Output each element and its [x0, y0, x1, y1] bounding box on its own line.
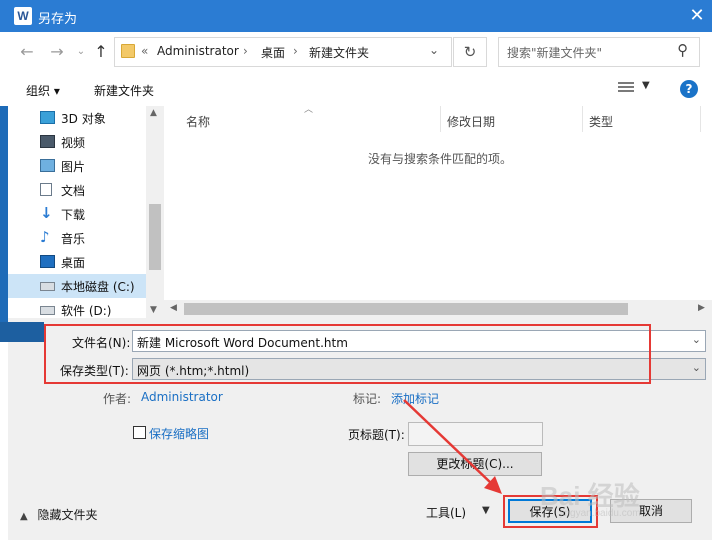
search-box[interactable]: 搜索"新建文件夹" ⚲: [498, 37, 700, 67]
view-dropdown-icon[interactable]: ▼: [642, 80, 650, 91]
column-divider[interactable]: [700, 106, 701, 132]
sidebar-item-label: 软件 (D:): [61, 304, 112, 318]
filetype-dropdown-icon[interactable]: ⌄: [692, 361, 701, 374]
sidebar-item-label: 文档: [61, 184, 86, 198]
drive-icon: [40, 282, 55, 291]
navigation-scroll-thumb[interactable]: [149, 204, 161, 270]
column-divider[interactable]: [440, 106, 441, 132]
view-options-icon[interactable]: [618, 82, 634, 94]
music-icon: ♪: [40, 228, 50, 246]
sidebar-item-label: 桌面: [61, 256, 86, 270]
sidebar-item-label: 音乐: [61, 232, 86, 246]
hide-folders-label: 隐藏文件夹: [37, 508, 98, 522]
sidebar-item-documents[interactable]: 文档: [8, 178, 146, 202]
scroll-left-icon[interactable]: ◀: [170, 303, 177, 313]
recent-locations-icon[interactable]: ⌄: [70, 42, 92, 62]
3d-objects-icon: [40, 111, 55, 124]
chevron-up-icon: ▲: [20, 511, 28, 522]
scroll-right-icon[interactable]: ▶: [698, 303, 705, 313]
author-label: 作者:: [103, 392, 132, 406]
baidu-watermark-url: jingyan.baidu.com: [560, 508, 641, 519]
search-icon: ⚲: [677, 41, 688, 59]
column-name[interactable]: 名称: [186, 113, 210, 130]
author-link[interactable]: Administrator: [141, 390, 223, 404]
back-arrow-icon[interactable]: ←: [16, 42, 38, 62]
sidebar-item-pictures[interactable]: 图片: [8, 154, 146, 178]
sort-indicator-icon: ︿: [304, 105, 314, 115]
breadcrumb-separator-icon[interactable]: ›: [243, 44, 248, 58]
annotation-highlight-box: [44, 324, 651, 384]
tags-label: 标记:: [353, 392, 382, 406]
background-window-edge: [0, 106, 8, 342]
forward-arrow-icon[interactable]: →: [46, 42, 68, 62]
page-title-label: 页标题(T):: [348, 428, 405, 442]
drive-icon: [40, 306, 55, 315]
documents-icon: [40, 183, 52, 196]
scroll-down-icon[interactable]: ▼: [150, 305, 157, 315]
scroll-up-icon[interactable]: ▲: [150, 108, 157, 118]
sidebar-item-music[interactable]: ♪ 音乐: [8, 226, 146, 250]
sidebar-item-label: 3D 对象: [61, 112, 106, 126]
folder-icon: [121, 44, 135, 58]
help-icon[interactable]: ?: [680, 80, 698, 98]
search-placeholder: 搜索"新建文件夹": [507, 46, 603, 60]
tools-dropdown-icon[interactable]: ▼: [482, 505, 490, 516]
video-icon: [40, 135, 55, 148]
sidebar-item-local-disk-c[interactable]: 本地磁盘 (C:): [8, 274, 146, 298]
sidebar-item-label: 本地磁盘 (C:): [61, 280, 135, 294]
sidebar-item-label: 图片: [61, 160, 86, 174]
close-icon[interactable]: ✕: [684, 3, 710, 29]
sidebar-item-software-d[interactable]: 软件 (D:): [8, 298, 146, 318]
breadcrumb-new-folder[interactable]: 新建文件夹: [309, 44, 369, 61]
organize-button[interactable]: 组织 ▾: [26, 82, 60, 99]
window-title: 另存为: [38, 12, 78, 27]
column-header-row: [164, 106, 712, 134]
tools-button[interactable]: 工具(L): [426, 504, 466, 521]
word-app-icon: W: [14, 7, 32, 25]
sidebar-item-downloads[interactable]: ↓ 下载: [8, 202, 146, 226]
new-folder-button[interactable]: 新建文件夹: [94, 82, 154, 99]
column-type[interactable]: 类型: [589, 113, 613, 130]
desktop-icon: [40, 255, 55, 268]
refresh-icon[interactable]: ↻: [453, 37, 487, 67]
sidebar-item-desktop[interactable]: 桌面: [8, 250, 146, 274]
pictures-icon: [40, 159, 55, 172]
overflow-chevron-icon[interactable]: «: [141, 44, 148, 58]
sidebar-item-label: 视频: [61, 136, 86, 150]
background-window-edge: [0, 322, 44, 342]
page-title-field: [408, 422, 543, 446]
sidebar-item-label: 下载: [61, 208, 86, 222]
filename-dropdown-icon[interactable]: ⌄: [692, 333, 701, 346]
hide-folders-toggle[interactable]: ▲ 隐藏文件夹: [20, 506, 98, 523]
save-thumbnail-label[interactable]: 保存缩略图: [149, 425, 209, 442]
navigation-pane: 3D 对象 视频 图片 文档 ↓ 下载 ♪ 音乐 桌面 本地磁盘 (C:) 软件…: [8, 106, 146, 318]
add-tags-link[interactable]: 添加标记: [391, 390, 439, 407]
title-bar: [0, 0, 712, 32]
breadcrumb-desktop[interactable]: 桌面: [261, 44, 285, 61]
downloads-icon: ↓: [40, 204, 53, 222]
sidebar-item-3d-objects[interactable]: 3D 对象: [8, 106, 146, 130]
empty-folder-message: 没有与搜索条件匹配的项。: [368, 152, 513, 166]
breadcrumb-administrator[interactable]: Administrator: [157, 44, 239, 58]
sidebar-item-videos[interactable]: 视频: [8, 130, 146, 154]
save-thumbnail-checkbox[interactable]: [133, 426, 146, 439]
file-list-scroll-thumb[interactable]: [184, 303, 628, 315]
breadcrumb-separator-icon[interactable]: ›: [293, 44, 298, 58]
address-dropdown-icon[interactable]: ⌄: [429, 43, 439, 57]
column-divider[interactable]: [582, 106, 583, 132]
up-arrow-icon[interactable]: ↑: [90, 42, 112, 62]
address-bar[interactable]: « Administrator › 桌面 › 新建文件夹 ⌄: [114, 37, 452, 67]
column-date-modified[interactable]: 修改日期: [447, 113, 495, 130]
change-title-button[interactable]: 更改标题(C)...: [408, 452, 542, 476]
